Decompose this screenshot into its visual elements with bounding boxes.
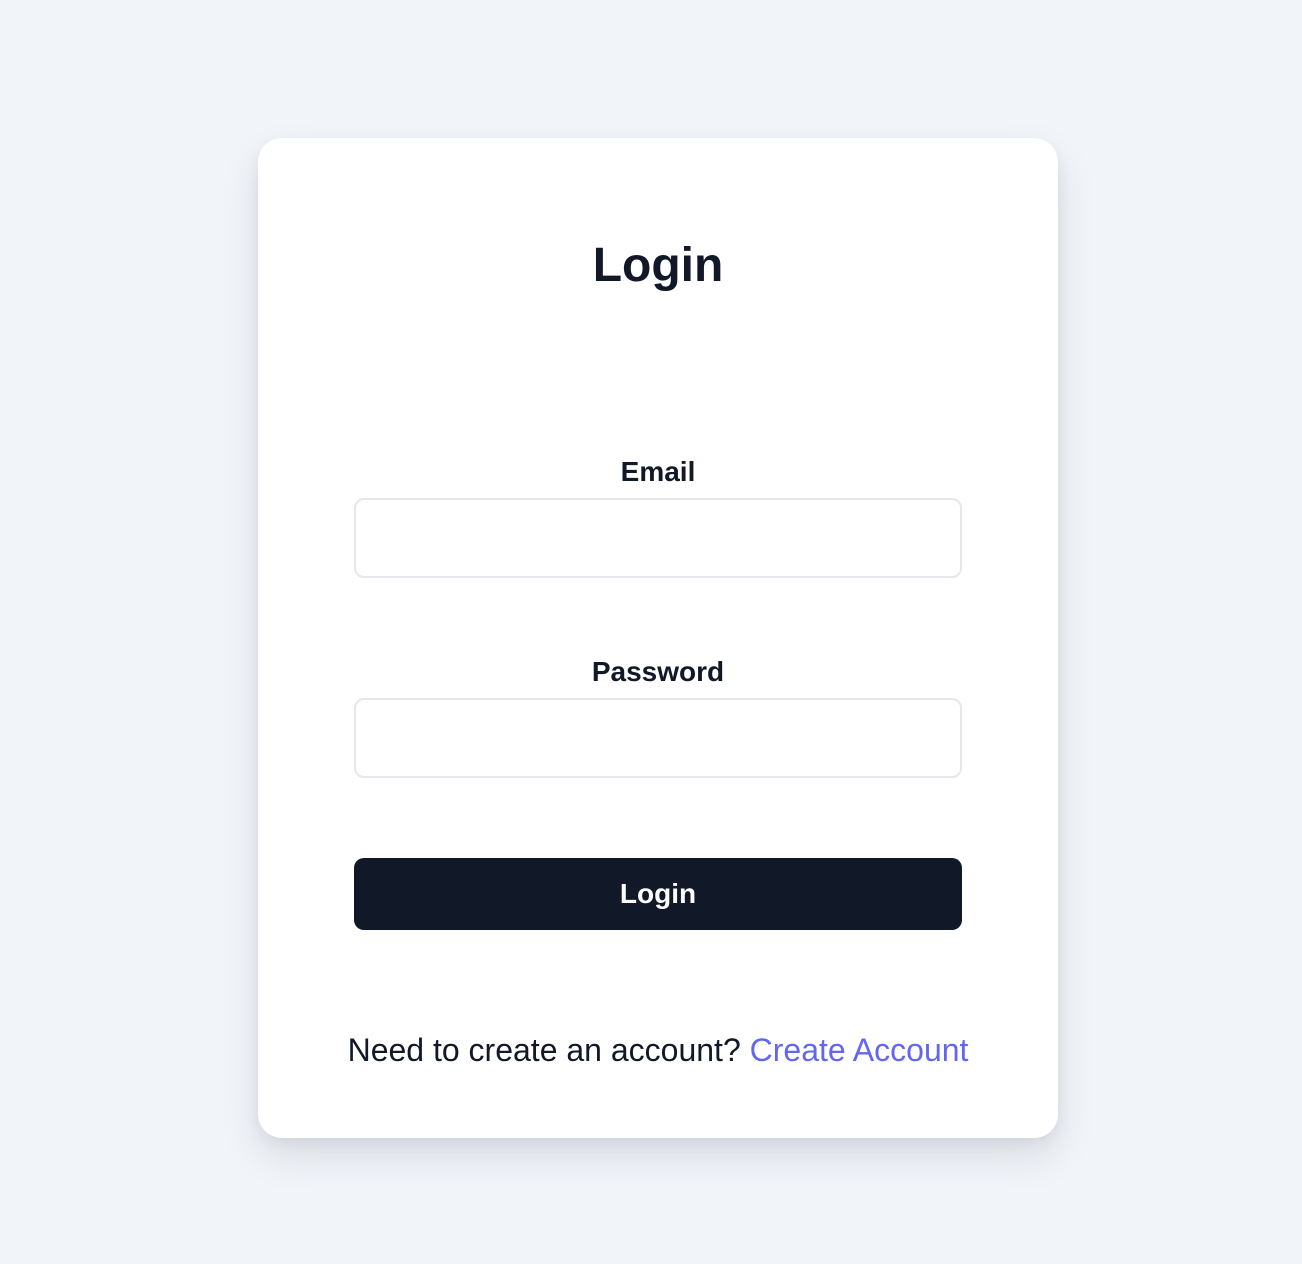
email-label: Email [620, 456, 696, 487]
signup-prompt: Need to create an account? Create Accoun… [258, 1028, 1058, 1072]
password-label: Password [591, 656, 725, 687]
signup-prompt-text: Need to create an account? [347, 1032, 741, 1068]
create-account-link[interactable]: Create Account [750, 1032, 969, 1068]
password-field[interactable] [354, 698, 962, 778]
email-field[interactable] [354, 498, 962, 578]
login-card: Login Email Password Login Need to creat… [258, 138, 1058, 1138]
login-button[interactable]: Login [354, 858, 962, 930]
page-title: Login [592, 239, 724, 292]
